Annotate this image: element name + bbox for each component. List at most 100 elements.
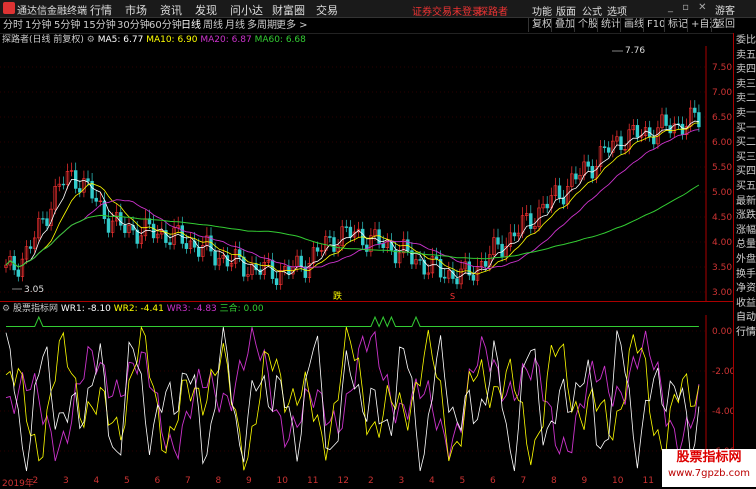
sidebar-field-4: 卖二 (736, 93, 756, 105)
date-axis: 2019年23456789101112234567891011122 (0, 476, 733, 489)
watermark-url: www.7gpzb.com (668, 468, 750, 479)
price-tick: 6.00 (712, 138, 732, 148)
menu-trade[interactable]: 交易 (316, 2, 338, 18)
menu-layout[interactable]: 版面 (556, 3, 576, 18)
menu-functions[interactable]: 功能 (532, 3, 552, 18)
candle (348, 226, 353, 238)
top-menu-bar: 通达信金融终端 行情 市场 资讯 发现 问小达 财富圈 交易 证券交易未登录 探… (0, 0, 756, 18)
date-label: 10 (612, 476, 624, 486)
sidebar-field-13: 涨幅 (736, 224, 756, 236)
price-tick: 7.00 (712, 88, 732, 98)
period-monthly[interactable]: 月线 (225, 18, 245, 33)
date-label: 7 (185, 476, 191, 486)
menu-quotes[interactable]: 行情 (90, 2, 112, 18)
sidebar-field-8: 买三 (736, 151, 756, 163)
low-price-label: 3.05 (24, 285, 44, 295)
candle (496, 237, 500, 245)
candle (344, 226, 348, 228)
price-tick: 6.50 (712, 113, 732, 123)
candle (483, 261, 488, 267)
period-weekly[interactable]: 周线 (203, 18, 223, 33)
candle (418, 259, 422, 261)
date-label: 7 (520, 476, 527, 486)
date-label: 11 (642, 476, 654, 486)
candle (328, 236, 332, 238)
candle (529, 213, 533, 229)
chart-title: 探路者(日线 前复权) (2, 35, 84, 45)
sidebar-field-19[interactable]: 自动 (735, 312, 756, 324)
menu-options[interactable]: 选项 (607, 3, 627, 18)
candle (168, 242, 172, 245)
candle (664, 114, 668, 126)
current-stock-name: 探路者 (478, 7, 508, 18)
window-controls[interactable]: _ ▫ ✕ (668, 2, 710, 13)
sidebar-field-3: 卖三 (736, 78, 756, 90)
signal-down-marker: 跌 (333, 291, 342, 302)
sanhe-value: 三合: 0.00 (219, 304, 264, 314)
date-label: 5 (459, 476, 466, 486)
period-60min[interactable]: 60分钟 (149, 18, 182, 33)
settings-icon[interactable]: ⚙ (87, 35, 95, 45)
period-daily[interactable]: 日线 (181, 18, 201, 33)
sidebar-field-7: 买二 (736, 137, 756, 149)
candle (442, 276, 447, 279)
sidebar-field-15: 外盘 (736, 254, 756, 265)
period-bar: 分时 1分钟 5分钟 15分钟 30分钟 60分钟 日线 周线 月线 多周期 更… (0, 18, 735, 34)
period-multi[interactable]: 多周期 (247, 18, 277, 33)
ma10-value: MA10: 6.90 (146, 35, 198, 45)
date-label: 11 (307, 476, 319, 486)
candle (586, 161, 590, 167)
period-30min[interactable]: 30分钟 (117, 18, 150, 33)
candle (119, 212, 123, 226)
login-warning[interactable]: 证券交易未登录 (412, 3, 482, 18)
wr-indicator-chart[interactable]: 0.00-2.00-4.00-6.00 (0, 315, 733, 476)
indicator-name[interactable]: 股票指标网 (13, 304, 58, 314)
menu-wealth[interactable]: 财富圈 (272, 2, 305, 18)
date-label: 3 (398, 476, 405, 486)
app-logo-icon (3, 2, 15, 14)
price-tick: 5.50 (712, 163, 732, 173)
candle (652, 136, 656, 145)
candle (86, 178, 90, 182)
candle (238, 249, 242, 258)
high-price-label: 7.76 (625, 46, 645, 56)
menu-discover[interactable]: 发现 (195, 2, 217, 18)
wr2-value: WR2: -4.41 (113, 304, 164, 314)
candlestick-chart[interactable]: 7.50 7.00 6.50 6.00 5.50 5.00 4.50 4.00 3.50 3.00… (0, 46, 733, 302)
candle (28, 246, 33, 249)
date-label: 2 (32, 476, 39, 486)
candle (619, 136, 623, 150)
app-name: 通达信金融终端 (17, 6, 87, 17)
price-tick: 5.00 (712, 188, 732, 198)
date-label: 2019年 (2, 479, 34, 489)
sidebar-field-6: 买一 (736, 122, 756, 134)
period-intraday[interactable]: 分时 (3, 18, 23, 33)
date-label: 5 (124, 476, 130, 486)
candle (242, 256, 246, 277)
date-label: 10 (276, 476, 288, 486)
quote-sidebar: 委比 卖五 卖四 卖三 卖二 卖一 买一 买二 买三 买四 买五 最新 涨跌 涨幅 总量 外盘 换手 净资 收益 自动… (733, 33, 756, 478)
date-label: 9 (246, 476, 252, 486)
btn-back[interactable]: 返回 (711, 18, 738, 32)
date-label: 12 (337, 476, 349, 486)
price-tick: 4.50 (712, 213, 732, 223)
period-more[interactable]: 更多 > (276, 18, 308, 33)
candle (471, 274, 476, 281)
sidebar-field-20[interactable]: 行情 (735, 327, 756, 339)
candle (106, 218, 111, 233)
candle (213, 250, 217, 266)
guest-button[interactable]: 游客 (715, 2, 735, 17)
ma5-value: MA5: 6.77 (97, 35, 144, 45)
price-tick: 3.50 (712, 263, 732, 273)
menu-market[interactable]: 市场 (125, 2, 147, 18)
indicator-header: ⚙ 股票指标网 WR1: -8.10 WR2: -4.41 WR3: -4.83… (0, 303, 733, 315)
indicator-settings-icon[interactable]: ⚙ (2, 304, 10, 314)
menu-news[interactable]: 资讯 (160, 2, 182, 18)
sidebar-field-14: 总量 (736, 239, 756, 251)
menu-formula[interactable]: 公式 (582, 3, 602, 18)
period-1min[interactable]: 1分钟 (25, 18, 51, 33)
period-5min[interactable]: 5分钟 (54, 18, 80, 33)
menu-ask[interactable]: 问小达 (230, 2, 263, 18)
candle (45, 218, 49, 226)
period-15min[interactable]: 15分钟 (83, 18, 116, 33)
